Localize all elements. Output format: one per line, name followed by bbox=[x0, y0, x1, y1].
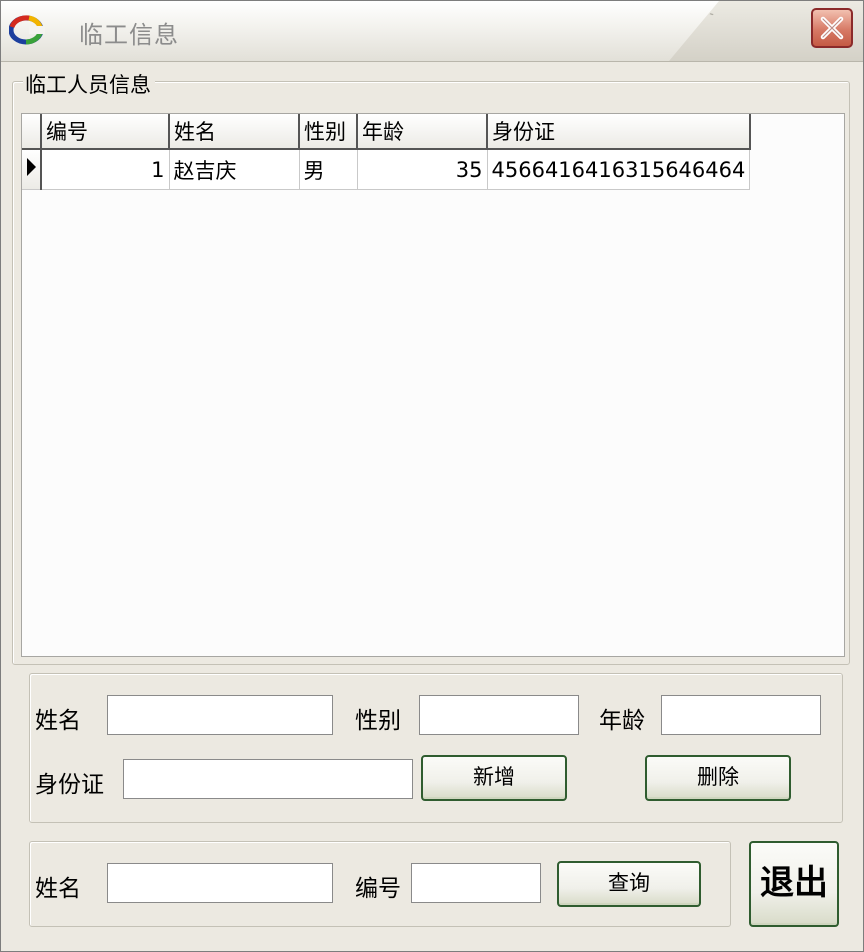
grid-table: 编号 姓名 性别 年龄 身份证 1 赵吉庆 男 35 4566416416315… bbox=[22, 114, 751, 190]
column-header-name[interactable]: 姓名 bbox=[169, 114, 300, 150]
idcard-label: 身份证 bbox=[35, 772, 104, 798]
staff-info-legend: 临工人员信息 bbox=[23, 69, 155, 99]
query-id-label: 编号 bbox=[355, 876, 401, 902]
column-header-gender[interactable]: 性别 bbox=[299, 114, 358, 150]
cell-age[interactable]: 35 bbox=[357, 149, 488, 190]
exit-button-label: 退出 bbox=[760, 863, 828, 903]
current-row-arrow-icon bbox=[27, 158, 36, 176]
cell-id[interactable]: 1 bbox=[41, 149, 170, 190]
query-button[interactable]: 查询 bbox=[557, 861, 701, 907]
row-indicator[interactable] bbox=[22, 149, 42, 190]
gender-label: 性别 bbox=[355, 708, 401, 734]
name-label: 姓名 bbox=[35, 708, 81, 734]
age-label: 年龄 bbox=[599, 708, 645, 734]
column-header-id[interactable]: 编号 bbox=[41, 114, 170, 150]
query-button-label: 查询 bbox=[608, 871, 650, 895]
age-input[interactable] bbox=[661, 695, 821, 735]
app-window: 临工信息 临工人员信息 编号 姓名 性别 年龄 身份证 1 赵吉庆 男 35 4… bbox=[0, 0, 864, 952]
delete-button-label: 删除 bbox=[697, 765, 739, 789]
column-header-age[interactable]: 年龄 bbox=[357, 114, 488, 150]
gender-input[interactable] bbox=[419, 695, 579, 735]
close-button[interactable] bbox=[811, 8, 853, 48]
app-logo-icon bbox=[8, 13, 45, 45]
exit-button[interactable]: 退出 bbox=[749, 841, 839, 927]
grid-header-row: 编号 姓名 性别 年龄 身份证 bbox=[22, 114, 751, 150]
cell-name[interactable]: 赵吉庆 bbox=[169, 149, 300, 190]
table-row[interactable]: 1 赵吉庆 男 35 4566416416315646464 bbox=[22, 149, 751, 190]
column-header-idcard[interactable]: 身份证 bbox=[487, 114, 751, 150]
idcard-input[interactable] bbox=[123, 759, 413, 799]
grid-indicator-header bbox=[22, 114, 42, 150]
add-button-label: 新增 bbox=[473, 765, 515, 789]
query-id-input[interactable] bbox=[411, 863, 541, 903]
query-name-label: 姓名 bbox=[35, 876, 81, 902]
close-icon bbox=[820, 16, 844, 40]
cell-gender[interactable]: 男 bbox=[299, 149, 358, 190]
name-input[interactable] bbox=[107, 695, 333, 735]
cell-idcard[interactable]: 4566416416315646464 bbox=[487, 149, 751, 190]
window-title: 临工信息 bbox=[79, 21, 179, 49]
delete-button[interactable]: 删除 bbox=[645, 755, 791, 801]
add-button[interactable]: 新增 bbox=[421, 755, 567, 801]
title-bar[interactable]: 临工信息 bbox=[1, 1, 863, 62]
staff-data-grid[interactable]: 编号 姓名 性别 年龄 身份证 1 赵吉庆 男 35 4566416416315… bbox=[21, 113, 845, 657]
query-name-input[interactable] bbox=[107, 863, 333, 903]
